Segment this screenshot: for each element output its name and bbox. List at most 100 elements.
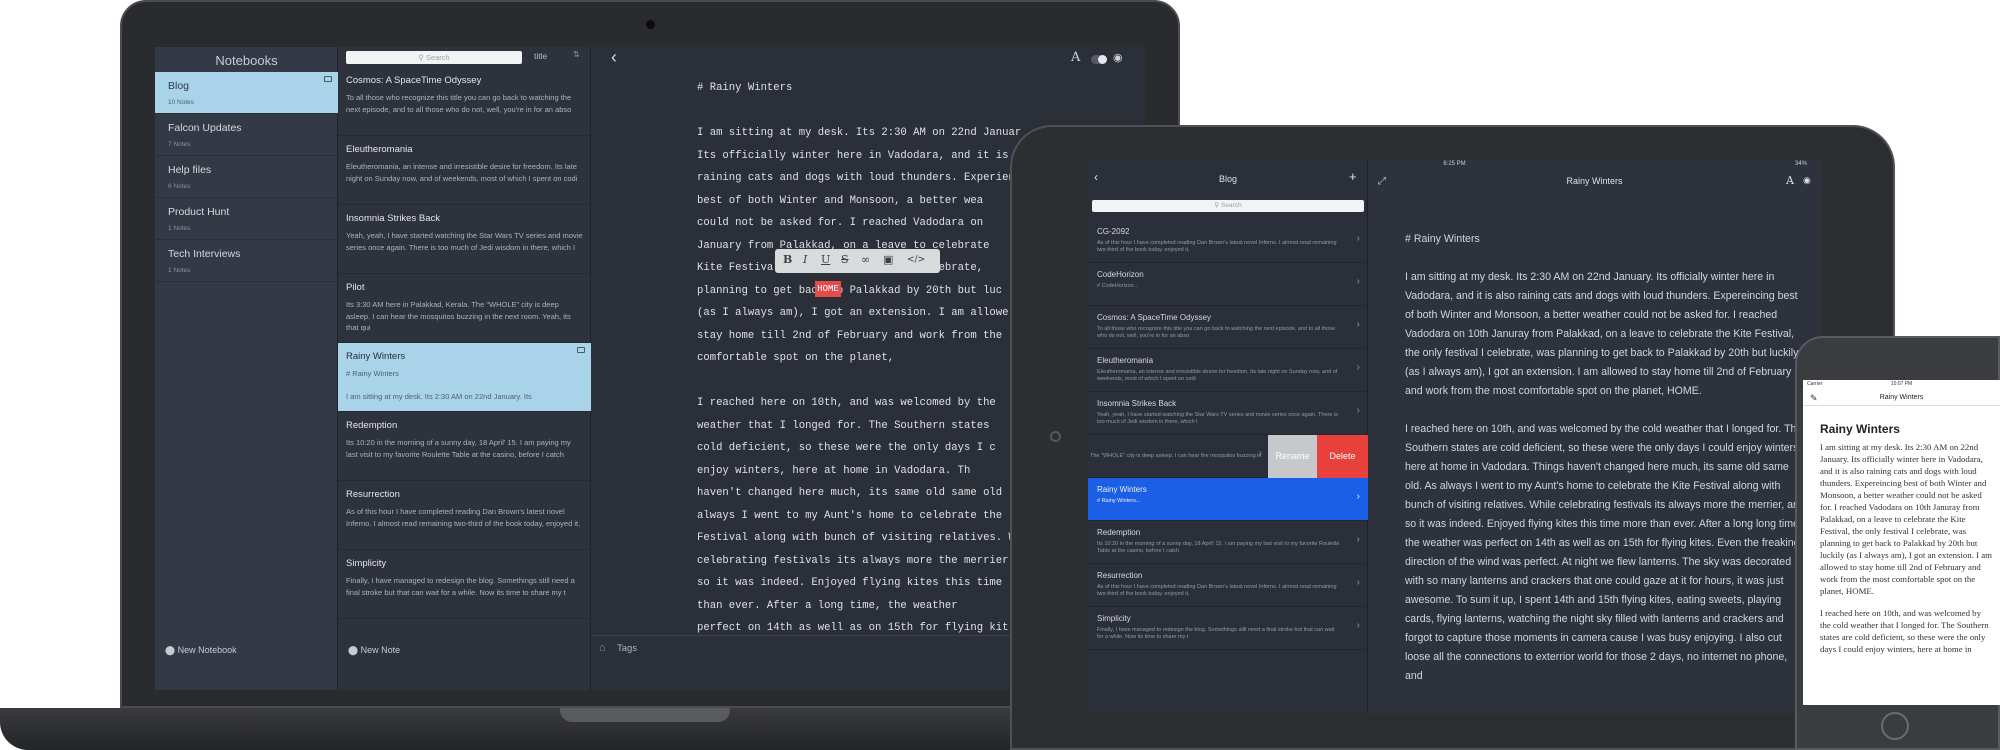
search-placeholder: Search bbox=[1220, 202, 1242, 209]
notebook-item[interactable]: Blog 10 Notes bbox=[155, 72, 338, 114]
note-title: Rainy Winters bbox=[1097, 485, 1147, 494]
desktop-app-window: Notebooks Blog 10 Notes Falcon Updates 7… bbox=[155, 47, 1145, 690]
notebook-item[interactable]: Falcon Updates 7 Notes bbox=[155, 114, 338, 156]
search-input[interactable]: ⚲ Search bbox=[346, 51, 522, 64]
laptop-notch bbox=[560, 708, 730, 722]
ipad-app-window: iPad 6:25 PM 34% ‹ Blog + ⚲ Search CG-20… bbox=[1088, 160, 1821, 713]
notebook-count: 1 Notes bbox=[168, 225, 191, 232]
ipad-note-viewer: ⤢ Rainy Winters A ◉ # Rainy Winters I am… bbox=[1368, 160, 1821, 713]
notebook-item[interactable]: Tech Interviews 1 Notes bbox=[155, 240, 338, 282]
note-preview: Its 10:20 in the morning of a sunny day,… bbox=[1097, 541, 1340, 554]
delete-button[interactable]: Delete bbox=[1317, 435, 1368, 478]
image-icon[interactable]: ▣ bbox=[883, 253, 893, 266]
note-item[interactable]: Eleutheromania Eleutheromania, an intens… bbox=[1088, 349, 1368, 392]
search-icon: ⚲ bbox=[1214, 202, 1220, 209]
note-item[interactable]: Eleutheromania Eleutheromania, an intens… bbox=[338, 136, 591, 205]
link-icon[interactable]: ∞ bbox=[861, 253, 870, 266]
notebook-name: Product Hunt bbox=[168, 206, 230, 218]
chevron-right-icon: › bbox=[1356, 577, 1360, 588]
toggle-knob bbox=[1098, 55, 1107, 64]
note-title: CG-2092 bbox=[1097, 227, 1130, 236]
font-icon[interactable]: A bbox=[1786, 174, 1794, 187]
note-preview: As of this hour I have completed reading… bbox=[1097, 240, 1337, 253]
note-item[interactable]: Insomnia Strikes Back Yeah, yeah, I have… bbox=[1088, 392, 1368, 435]
note-item[interactable]: Simplicity Finally, I have managed to re… bbox=[1088, 607, 1368, 650]
notebooks-sidebar: Notebooks Blog 10 Notes Falcon Updates 7… bbox=[155, 47, 338, 690]
note-paragraph: I reached here on 10th, and was welcomed… bbox=[1820, 608, 1989, 654]
eye-icon[interactable]: ◉ bbox=[1803, 175, 1811, 186]
note-item[interactable]: CG-2092 As of this hour I have completed… bbox=[1088, 220, 1368, 263]
strikethrough-icon[interactable]: S bbox=[841, 253, 849, 266]
note-body[interactable]: # Rainy Winters I am sitting at my desk.… bbox=[1405, 230, 1807, 705]
new-notebook-button[interactable]: ⬤ New Notebook bbox=[165, 645, 237, 656]
new-note-label: New Note bbox=[360, 645, 401, 655]
notebook-count: 7 Notes bbox=[168, 141, 191, 148]
search-placeholder: Search bbox=[425, 53, 450, 62]
note-title: Redemption bbox=[346, 420, 398, 431]
note-preview: As of this hour I have completed reading… bbox=[1097, 584, 1337, 597]
note-item[interactable]: Cosmos: A SpaceTime Odyssey To all those… bbox=[1088, 306, 1368, 349]
chevron-right-icon: › bbox=[1356, 276, 1360, 287]
code-icon[interactable]: </> bbox=[907, 255, 925, 265]
note-item[interactable]: Resurrection As of this hour I have comp… bbox=[338, 481, 591, 550]
notebook-name: Falcon Updates bbox=[168, 122, 242, 134]
note-item[interactable]: Simplicity Finally, I have managed to re… bbox=[338, 550, 591, 619]
note-item[interactable]: Insomnia Strikes Back Yeah, yeah, I have… bbox=[338, 205, 591, 274]
theme-toggle[interactable] bbox=[1091, 55, 1107, 64]
note-preview: Finally, I have managed to redesign the … bbox=[346, 576, 575, 597]
notebooks-title: Notebooks bbox=[215, 53, 278, 68]
notebook-item[interactable]: Product Hunt 1 Notes bbox=[155, 198, 338, 240]
note-preview: Its 3:30 AM here in Palakkad, Kerala. Th… bbox=[346, 300, 571, 332]
note-item-swiped[interactable]: The "WHOLE" city is deep asleep. I can h… bbox=[1088, 435, 1368, 478]
note-title: Eleutheromania bbox=[346, 144, 413, 155]
notebook-name: Tech Interviews bbox=[168, 248, 241, 260]
nav-title: Rainy Winters bbox=[1879, 394, 1924, 401]
notes-icon bbox=[324, 76, 332, 82]
note-title: Cosmos: A SpaceTime Odyssey bbox=[1097, 313, 1211, 322]
chevron-right-icon: › bbox=[1356, 319, 1360, 330]
format-toolbar: B I U S ∞ ▣ </> bbox=[775, 249, 940, 273]
note-body[interactable]: I am sitting at my desk. Its 2:30 AM on … bbox=[1820, 441, 1992, 665]
new-note-button[interactable]: ⬤ New Note bbox=[348, 645, 400, 656]
rename-button[interactable]: Rename bbox=[1268, 435, 1317, 478]
chevron-right-icon: › bbox=[1356, 491, 1360, 502]
note-paragraph: I am sitting at my desk. Its 2:30 AM on … bbox=[1405, 271, 1799, 397]
note-preview: The "WHOLE" city is deep asleep. I can h… bbox=[1090, 453, 1262, 459]
chevron-updown-icon[interactable]: ⇅ bbox=[573, 50, 580, 59]
notebook-name: Blog bbox=[168, 80, 190, 92]
notebook-count: 6 Notes bbox=[168, 183, 191, 190]
italic-icon[interactable]: I bbox=[803, 253, 807, 266]
note-item[interactable]: Redemption Its 10:20 in the morning of a… bbox=[338, 412, 591, 481]
notebook-count: 1 Notes bbox=[168, 267, 191, 274]
note-item-selected[interactable]: Rainy Winters # Rainy Winters... › bbox=[1088, 478, 1368, 521]
note-item[interactable]: Pilot Its 3:30 AM here in Palakkad, Kera… bbox=[338, 274, 591, 343]
note-title: Rainy Winters bbox=[1566, 176, 1623, 186]
highlighted-word[interactable]: HOME bbox=[815, 281, 841, 297]
plus-icon: ⬤ bbox=[165, 645, 176, 655]
note-preview: As of this hour I have completed reading… bbox=[346, 507, 581, 528]
eye-icon[interactable]: ◉ bbox=[1113, 51, 1123, 64]
chevron-right-icon: › bbox=[1356, 362, 1360, 373]
note-preview: Finally, I have managed to redesign the … bbox=[1097, 627, 1335, 640]
editor-line: # Rainy Winters bbox=[697, 82, 793, 94]
note-item[interactable]: Resurrection As of this hour I have comp… bbox=[1088, 564, 1368, 607]
add-note-icon[interactable]: + bbox=[1349, 169, 1357, 184]
note-preview: Yeah, yeah, I have started watching the … bbox=[1097, 412, 1338, 425]
note-item-selected[interactable]: Rainy Winters # Rainy Winters I am sitti… bbox=[338, 343, 591, 412]
note-item[interactable]: CodeHorizon # CodeHorizon... › bbox=[1088, 263, 1368, 306]
bold-icon[interactable]: B bbox=[783, 253, 792, 266]
note-title: Pilot bbox=[346, 282, 365, 293]
sort-select[interactable]: title bbox=[534, 51, 547, 61]
back-chevron-icon[interactable]: ‹ bbox=[611, 47, 617, 68]
notebook-title: Blog bbox=[1218, 174, 1237, 184]
camera-icon bbox=[646, 20, 655, 29]
plus-icon: ⬤ bbox=[348, 645, 359, 655]
home-button[interactable] bbox=[1881, 712, 1909, 740]
new-notebook-label: New Notebook bbox=[177, 645, 237, 655]
note-item[interactable]: Cosmos: A SpaceTime Odyssey To all those… bbox=[338, 67, 591, 136]
underline-icon[interactable]: U bbox=[821, 253, 830, 266]
font-icon[interactable]: A bbox=[1071, 50, 1080, 65]
notebook-item[interactable]: Help files 6 Notes bbox=[155, 156, 338, 198]
note-item[interactable]: Redemption Its 10:20 in the morning of a… bbox=[1088, 521, 1368, 564]
search-input[interactable]: ⚲ Search bbox=[1092, 200, 1364, 212]
